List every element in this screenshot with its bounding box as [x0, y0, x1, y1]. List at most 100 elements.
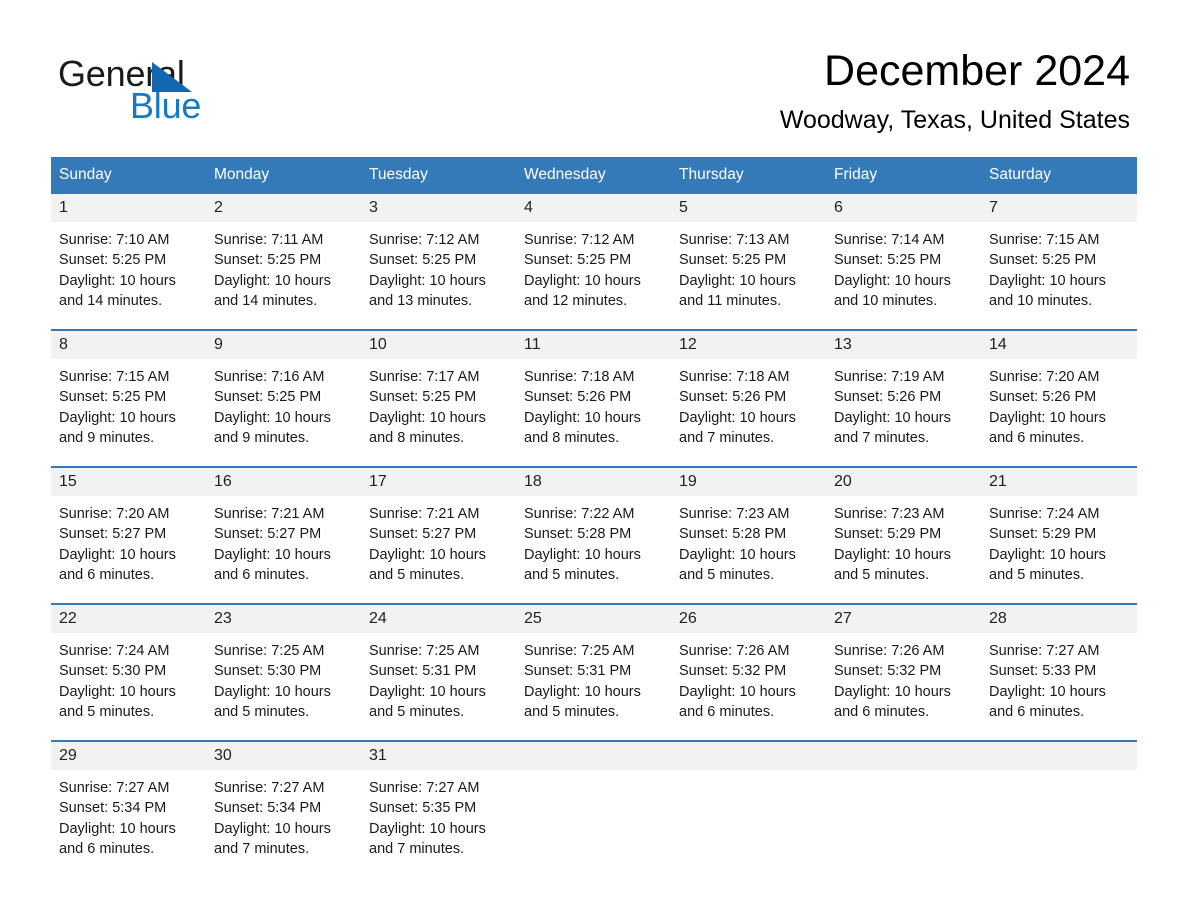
sunrise-text: Sunrise: 7:26 AM — [679, 643, 790, 659]
weekday-header-tuesday: Tuesday — [361, 157, 516, 194]
calendar-day-cell[interactable]: 20 Sunrise: 7:23 AM Sunset: 5:29 PM Dayligh… — [826, 466, 981, 604]
calendar-day-cell[interactable]: 12 Sunrise: 7:18 AM Sunset: 5:26 PM Dayligh… — [671, 329, 826, 467]
calendar-day-cell[interactable]: 4 Sunrise: 7:12 AM Sunset: 5:25 PM Daylight… — [516, 194, 671, 330]
calendar-day-cell[interactable]: 13 Sunrise: 7:19 AM Sunset: 5:26 PM Dayligh… — [826, 329, 981, 467]
daylight-text-line2: and 8 minutes. — [524, 430, 620, 447]
calendar-day-cell[interactable]: 1 Sunrise: 7:10 AM Sunset: 5:25 PM Daylight… — [51, 194, 206, 330]
sunset-text: Sunset: 5:33 PM — [989, 663, 1097, 680]
calendar-day-cell-empty — [516, 740, 671, 877]
daylight-text-line2: and 6 minutes. — [989, 704, 1085, 721]
sunrise-text: Sunrise: 7:25 AM — [524, 643, 635, 659]
sunrise-text: Sunrise: 7:11 AM — [214, 232, 324, 248]
day-number: 23 — [214, 610, 232, 627]
calendar-day-cell[interactable]: 14 Sunrise: 7:20 AM Sunset: 5:26 PM Dayligh… — [981, 329, 1137, 467]
calendar-day-cell[interactable]: 22 Sunrise: 7:24 AM Sunset: 5:30 PM Dayligh… — [51, 603, 206, 741]
sunset-text: Sunset: 5:34 PM — [214, 800, 322, 817]
calendar-day-cell[interactable]: 15 Sunrise: 7:20 AM Sunset: 5:27 PM Dayligh… — [51, 466, 206, 604]
calendar-day-cell[interactable]: 6 Sunrise: 7:14 AM Sunset: 5:25 PM Daylight… — [826, 194, 981, 330]
day-number-band: 1 — [51, 194, 206, 222]
day-cell-body: Sunrise: 7:20 AM Sunset: 5:27 PM Daylight:… — [51, 496, 206, 586]
calendar-day-cell[interactable]: 31 Sunrise: 7:27 AM Sunset: 5:35 PM Dayligh… — [361, 740, 516, 877]
sunrise-text: Sunrise: 7:19 AM — [834, 369, 945, 385]
daylight-text-line2: and 14 minutes. — [214, 293, 318, 310]
day-number: 2 — [214, 199, 223, 216]
day-number: 15 — [59, 473, 77, 490]
general-blue-logo[interactable]: General Blue — [58, 52, 358, 128]
calendar-day-cell[interactable]: 29 Sunrise: 7:27 AM Sunset: 5:34 PM Dayligh… — [51, 740, 206, 877]
day-cell-body: Sunrise: 7:13 AM Sunset: 5:25 PM Daylight:… — [671, 222, 826, 312]
sunset-text: Sunset: 5:26 PM — [679, 389, 787, 406]
calendar-day-cell[interactable]: 11 Sunrise: 7:18 AM Sunset: 5:26 PM Dayligh… — [516, 329, 671, 467]
daylight-text-line1: Daylight: 10 hours — [369, 683, 486, 700]
calendar-day-cell[interactable]: 2 Sunrise: 7:11 AM Sunset: 5:25 PM Daylight… — [206, 194, 361, 330]
day-number-band: 29 — [51, 742, 206, 770]
sunset-text: Sunset: 5:28 PM — [679, 526, 787, 543]
calendar-day-cell[interactable]: 28 Sunrise: 7:27 AM Sunset: 5:33 PM Dayligh… — [981, 603, 1137, 741]
calendar-day-cell[interactable]: 19 Sunrise: 7:23 AM Sunset: 5:28 PM Dayligh… — [671, 466, 826, 604]
calendar-page: General Blue December 2024 Woodway, Texa… — [0, 0, 1188, 918]
day-cell-body: Sunrise: 7:23 AM Sunset: 5:28 PM Daylight:… — [671, 496, 826, 586]
sunset-text: Sunset: 5:32 PM — [834, 663, 942, 680]
day-cell-body: Sunrise: 7:23 AM Sunset: 5:29 PM Daylight:… — [826, 496, 981, 586]
sunset-text: Sunset: 5:29 PM — [834, 526, 942, 543]
daylight-text-line2: and 10 minutes. — [989, 293, 1093, 310]
sunrise-text: Sunrise: 7:25 AM — [214, 643, 325, 659]
calendar-day-cell[interactable]: 10 Sunrise: 7:17 AM Sunset: 5:25 PM Dayligh… — [361, 329, 516, 467]
day-number: 27 — [834, 610, 852, 627]
daylight-text-line1: Daylight: 10 hours — [524, 683, 641, 700]
day-number-band — [516, 742, 671, 770]
day-number: 6 — [834, 199, 843, 216]
calendar-day-cell[interactable]: 23 Sunrise: 7:25 AM Sunset: 5:30 PM Dayligh… — [206, 603, 361, 741]
day-number-band: 9 — [206, 331, 361, 359]
day-number-band: 5 — [671, 194, 826, 222]
daylight-text-line1: Daylight: 10 hours — [524, 546, 641, 563]
calendar-day-cell[interactable]: 3 Sunrise: 7:12 AM Sunset: 5:25 PM Daylight… — [361, 194, 516, 330]
calendar-day-cell[interactable]: 21 Sunrise: 7:24 AM Sunset: 5:29 PM Dayligh… — [981, 466, 1137, 604]
day-number-band: 23 — [206, 605, 361, 633]
calendar-day-cell-empty — [981, 740, 1137, 877]
day-number-band: 6 — [826, 194, 981, 222]
page-title: December 2024 — [824, 47, 1130, 95]
sunrise-text: Sunrise: 7:13 AM — [679, 232, 790, 248]
day-number: 29 — [59, 747, 77, 764]
calendar-header-row: Sunday Monday Tuesday Wednesday Thursday… — [51, 157, 1137, 194]
calendar-day-cell[interactable]: 25 Sunrise: 7:25 AM Sunset: 5:31 PM Dayligh… — [516, 603, 671, 741]
day-cell-body: Sunrise: 7:14 AM Sunset: 5:25 PM Daylight:… — [826, 222, 981, 312]
calendar-day-cell[interactable]: 30 Sunrise: 7:27 AM Sunset: 5:34 PM Dayligh… — [206, 740, 361, 877]
day-cell-body: Sunrise: 7:27 AM Sunset: 5:34 PM Daylight:… — [51, 770, 206, 860]
sunset-text: Sunset: 5:25 PM — [59, 252, 167, 269]
sunset-text: Sunset: 5:27 PM — [369, 526, 477, 543]
calendar-day-cell[interactable]: 26 Sunrise: 7:26 AM Sunset: 5:32 PM Dayligh… — [671, 603, 826, 741]
day-number: 24 — [369, 610, 387, 627]
calendar-day-cell[interactable]: 27 Sunrise: 7:26 AM Sunset: 5:32 PM Dayligh… — [826, 603, 981, 741]
calendar-day-cell[interactable]: 17 Sunrise: 7:21 AM Sunset: 5:27 PM Dayligh… — [361, 466, 516, 604]
calendar-day-cell-empty — [826, 740, 981, 877]
calendar-day-cell[interactable]: 7 Sunrise: 7:15 AM Sunset: 5:25 PM Daylight… — [981, 194, 1137, 330]
day-number-band: 31 — [361, 742, 516, 770]
day-cell-body: Sunrise: 7:16 AM Sunset: 5:25 PM Daylight:… — [206, 359, 361, 449]
day-cell-body: Sunrise: 7:26 AM Sunset: 5:32 PM Daylight:… — [826, 633, 981, 723]
day-number: 28 — [989, 610, 1007, 627]
sunrise-text: Sunrise: 7:25 AM — [369, 643, 480, 659]
day-number-band: 24 — [361, 605, 516, 633]
calendar-day-cell[interactable]: 5 Sunrise: 7:13 AM Sunset: 5:25 PM Daylight… — [671, 194, 826, 330]
day-number: 11 — [524, 336, 541, 353]
day-number-band: 27 — [826, 605, 981, 633]
calendar-day-cell[interactable]: 16 Sunrise: 7:21 AM Sunset: 5:27 PM Dayligh… — [206, 466, 361, 604]
day-number-band — [826, 742, 981, 770]
day-number-band: 17 — [361, 468, 516, 496]
day-cell-body: Sunrise: 7:25 AM Sunset: 5:31 PM Daylight:… — [516, 633, 671, 723]
calendar-day-cell[interactable]: 8 Sunrise: 7:15 AM Sunset: 5:25 PM Daylight… — [51, 329, 206, 467]
calendar-day-cell[interactable]: 24 Sunrise: 7:25 AM Sunset: 5:31 PM Dayligh… — [361, 603, 516, 741]
calendar-container: Sunday Monday Tuesday Wednesday Thursday… — [51, 157, 1137, 877]
day-cell-body: Sunrise: 7:27 AM Sunset: 5:34 PM Daylight:… — [206, 770, 361, 860]
day-number-band: 15 — [51, 468, 206, 496]
calendar-week-row: 8 Sunrise: 7:15 AM Sunset: 5:25 PM Daylight… — [51, 329, 1137, 467]
day-cell-body: Sunrise: 7:26 AM Sunset: 5:32 PM Daylight:… — [671, 633, 826, 723]
day-number-band: 4 — [516, 194, 671, 222]
sunset-text: Sunset: 5:25 PM — [834, 252, 942, 269]
calendar-day-cell[interactable]: 18 Sunrise: 7:22 AM Sunset: 5:28 PM Dayligh… — [516, 466, 671, 604]
calendar-body: 1 Sunrise: 7:10 AM Sunset: 5:25 PM Daylight… — [51, 194, 1137, 877]
sunrise-text: Sunrise: 7:27 AM — [989, 643, 1100, 659]
calendar-day-cell[interactable]: 9 Sunrise: 7:16 AM Sunset: 5:25 PM Daylight… — [206, 329, 361, 467]
